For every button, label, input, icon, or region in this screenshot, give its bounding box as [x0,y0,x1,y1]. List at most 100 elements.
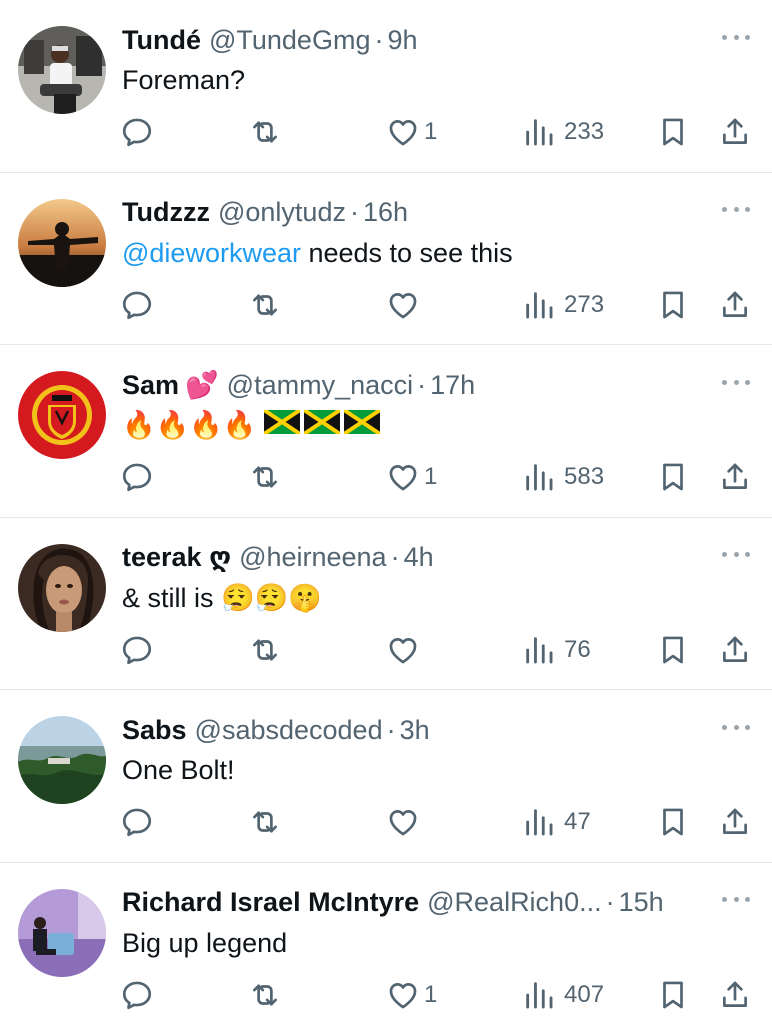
reply-button[interactable] [120,800,154,844]
share-button[interactable] [718,973,752,1017]
views-button[interactable]: 47 [522,800,591,844]
timestamp[interactable]: 16h [363,197,408,228]
share-button[interactable] [718,800,752,844]
tweet[interactable]: Richard Israel McIntyre @RealRich0... · … [0,863,772,1024]
like-button[interactable]: 1 [386,455,437,499]
author-handle[interactable]: @heirneena [239,542,387,573]
tweet-text: One Bolt! [122,755,235,785]
mention-link[interactable]: @dieworkwear [122,238,301,268]
views-icon [522,805,556,839]
more-icon[interactable] [722,893,750,907]
tweet-header: Tudzzz @onlytudz · 16h [122,193,408,233]
tweet-text: 🔥🔥🔥🔥 [122,405,384,445]
author-name[interactable]: Richard Israel McIntyre [122,887,419,918]
action-bar: 1 407 [0,973,772,1017]
retweet-button[interactable] [248,283,282,327]
tweet[interactable]: teerak ღ @heirneena · 4h & still is 😮‍💨😮… [0,518,772,690]
author-name[interactable]: teerak ღ [122,542,231,573]
avatar[interactable] [18,888,106,977]
share-icon [718,288,752,322]
like-button[interactable] [386,283,424,327]
views-icon [522,978,556,1012]
timestamp[interactable]: 3h [400,715,430,746]
author-handle[interactable]: @sabsdecoded [195,715,383,746]
bookmark-button[interactable] [656,110,690,154]
share-button[interactable] [718,628,752,672]
more-icon[interactable] [722,30,750,44]
retweet-button[interactable] [248,973,282,1017]
separator-dot: · [386,714,396,745]
tweet-text: Foreman? [122,65,246,95]
reply-button[interactable] [120,110,154,154]
author-handle[interactable]: @onlytudz [218,197,346,228]
views-button[interactable]: 233 [522,110,604,154]
retweet-button[interactable] [248,628,282,672]
views-icon [522,460,556,494]
share-icon [718,805,752,839]
separator-dot: · [417,369,427,400]
like-button[interactable]: 1 [386,973,437,1017]
tweet[interactable]: Tudzzz @onlytudz · 16h @dieworkwear need… [0,173,772,345]
view-count: 273 [564,290,605,318]
reply-icon [120,115,154,149]
timestamp[interactable]: 15h [619,887,664,918]
bookmark-button[interactable] [656,973,690,1017]
author-name[interactable]: Sam [122,370,179,401]
like-count: 1 [424,118,438,145]
views-button[interactable]: 76 [522,628,591,672]
views-button[interactable]: 583 [522,455,604,499]
more-icon[interactable] [722,548,750,562]
bookmark-button[interactable] [656,628,690,672]
tweet[interactable]: Sabs @sabsdecoded · 3h One Bolt! 47 [0,690,772,863]
heart-icon [386,978,420,1012]
more-icon[interactable] [722,203,750,217]
avatar[interactable] [18,716,106,804]
bookmark-icon [656,805,690,839]
action-bar: 1 233 [0,110,772,154]
author-name[interactable]: Tundé [122,25,201,56]
like-count: 1 [424,463,438,490]
retweet-button[interactable] [248,110,282,154]
reply-button[interactable] [120,973,154,1017]
retweet-button[interactable] [248,800,282,844]
like-button[interactable] [386,800,424,844]
tweet[interactable]: Tundé @TundeGmg · 9h Foreman? 1 233 [0,0,772,173]
retweet-button[interactable] [248,455,282,499]
views-icon [522,288,556,322]
avatar[interactable] [18,543,106,632]
timestamp[interactable]: 17h [430,370,475,401]
bookmark-button[interactable] [656,800,690,844]
more-icon[interactable] [722,720,750,734]
share-button[interactable] [718,455,752,499]
author-name[interactable]: Tudzzz [122,197,210,228]
bookmark-button[interactable] [656,283,690,327]
author-name[interactable]: Sabs [122,715,187,746]
retweet-icon [248,115,282,149]
author-handle[interactable]: @tammy_nacci [227,370,413,401]
views-button[interactable]: 407 [522,973,604,1017]
author-handle[interactable]: @TundeGmg [209,25,370,56]
tweet-header: Tundé @TundeGmg · 9h [122,20,418,60]
views-icon [522,633,556,667]
avatar[interactable] [18,26,106,114]
like-button[interactable]: 1 [386,110,437,154]
bookmark-icon [656,115,690,149]
author-handle[interactable]: @RealRich0... [427,887,601,918]
tweet[interactable]: Sam 💕 @tammy_nacci · 17h 🔥🔥🔥🔥 1 583 [0,345,772,518]
reply-button[interactable] [120,455,154,499]
share-button[interactable] [718,110,752,154]
retweet-icon [248,805,282,839]
like-button[interactable] [386,628,424,672]
views-button[interactable]: 273 [522,283,604,327]
reply-button[interactable] [120,628,154,672]
avatar[interactable] [18,371,106,459]
bookmark-button[interactable] [656,455,690,499]
timestamp[interactable]: 4h [404,542,434,573]
avatar[interactable] [18,198,106,287]
reply-button[interactable] [120,283,154,327]
more-icon[interactable] [722,375,750,389]
views-icon [522,115,556,149]
share-button[interactable] [718,283,752,327]
timestamp[interactable]: 9h [387,25,417,56]
share-icon [718,115,752,149]
